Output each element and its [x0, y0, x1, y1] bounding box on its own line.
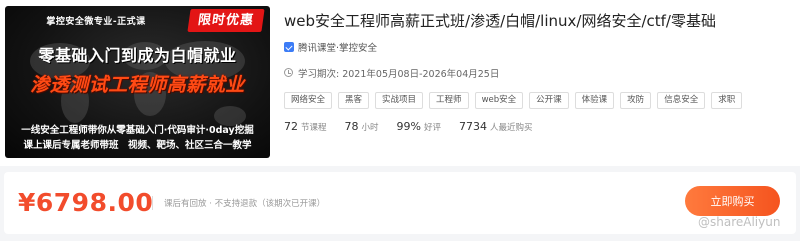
- course-title: web安全工程师高薪正式班/渗透/白帽/linux/网络安全/ctf/零基础: [284, 12, 716, 30]
- course-tag[interactable]: 公开课: [529, 92, 569, 109]
- course-tags: 网络安全 黑客 实战项目 工程师 web安全 公开课 体验课 攻防 信息安全 求…: [284, 92, 743, 109]
- purchase-notice: 课后有回放 · 不支持退款（该期次已开课）: [164, 199, 326, 209]
- stat-buyers: 7734 人最近购买: [459, 120, 533, 133]
- study-period-text: 学习期次: 2021年05月08日-2026年04月25日: [298, 68, 500, 80]
- stat-rating: 99% 好评: [397, 120, 441, 133]
- provider-name: 腾讯课堂·掌控安全: [298, 42, 378, 54]
- stat-value: 99%: [396, 120, 421, 133]
- verified-shield-icon: [284, 41, 294, 52]
- course-tag[interactable]: 黑客: [338, 92, 370, 109]
- cover-description-line-2: 课上课后专属老师带班 视频、靶场、社区三合一教学: [23, 140, 252, 151]
- buy-now-button[interactable]: 立即购买: [685, 186, 780, 216]
- stat-value: 72: [284, 120, 298, 133]
- stat-lessons: 72 节课程: [284, 120, 327, 133]
- course-card: 掌控安全微专业-正式课 限时优惠 零基础入门到成为白帽就业 渗透测试工程师高薪就…: [0, 0, 800, 166]
- course-price: ¥6798.00: [18, 188, 154, 217]
- course-tag[interactable]: 信息安全: [657, 92, 706, 109]
- clock-icon: [284, 68, 293, 77]
- course-cover-image[interactable]: 掌控安全微专业-正式课 限时优惠 零基础入门到成为白帽就业 渗透测试工程师高薪就…: [5, 6, 270, 158]
- course-tag[interactable]: 体验课: [574, 92, 615, 109]
- course-tag[interactable]: web安全: [474, 92, 524, 109]
- stat-unit: 好评: [423, 123, 441, 133]
- limited-offer-badge: 限时优惠: [187, 9, 265, 32]
- stat-unit: 人最近购买: [490, 123, 533, 133]
- cover-description-line-1: 一线安全工程师带你从零基础入门·代码审计·0day挖掘: [21, 125, 254, 136]
- stat-unit: 节课程: [301, 123, 327, 133]
- course-tag[interactable]: 求职: [711, 92, 743, 109]
- course-tag[interactable]: 攻防: [620, 92, 652, 109]
- cover-top-line: 掌控安全微专业-正式课: [46, 17, 146, 27]
- course-tag[interactable]: 网络安全: [284, 92, 333, 109]
- course-provider[interactable]: 腾讯课堂·掌控安全: [284, 40, 378, 54]
- course-tag[interactable]: 工程师: [429, 92, 469, 109]
- cover-headline: 零基础入门到成为白帽就业: [38, 46, 237, 65]
- purchase-bar: ¥6798.00 课后有回放 · 不支持退款（该期次已开课） 立即购买: [4, 172, 796, 234]
- stat-value: 78: [344, 120, 359, 133]
- stat-value: 7734: [459, 120, 487, 133]
- watermark: @shareAliyun: [698, 215, 781, 229]
- divider: [152, 196, 153, 210]
- course-stats: 72 节课程 78 小时 99% 好评 7734 人最近购买: [284, 120, 551, 133]
- stat-hours: 78 小时: [345, 120, 379, 133]
- study-period: 学习期次: 2021年05月08日-2026年04月25日: [284, 66, 500, 80]
- stat-unit: 小时: [361, 123, 379, 133]
- cover-subheadline: 渗透测试工程师高薪就业: [30, 74, 245, 96]
- course-tag[interactable]: 实战项目: [375, 92, 424, 109]
